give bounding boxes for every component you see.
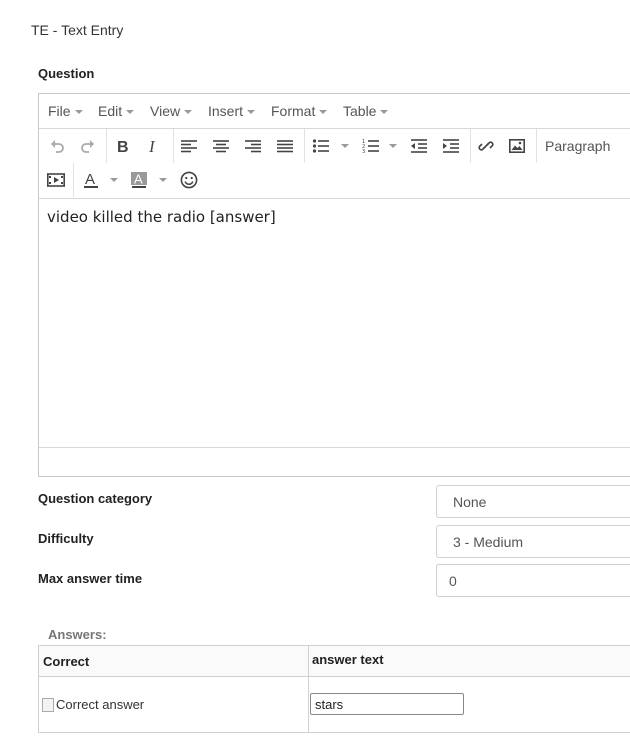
- menu-insert[interactable]: Insert: [208, 103, 256, 119]
- difficulty-select[interactable]: 3 - Medium: [436, 525, 630, 558]
- align-left-icon: [181, 140, 197, 153]
- category-select[interactable]: None: [436, 485, 630, 518]
- menu-table[interactable]: Table: [343, 103, 389, 119]
- column-header-answer-text: answer text: [312, 652, 384, 667]
- align-center-button[interactable]: [209, 134, 233, 158]
- chevron-down-icon: [184, 110, 193, 115]
- chevron-down-icon: [319, 110, 328, 115]
- editor-statusbar: [39, 447, 630, 476]
- menu-table-label: Table: [343, 103, 377, 119]
- media-icon: [47, 173, 65, 187]
- image-button[interactable]: [505, 134, 529, 158]
- editor-content-area[interactable]: video killed the radio [answer]: [39, 199, 630, 448]
- text-color-button[interactable]: A: [79, 168, 103, 192]
- justify-button[interactable]: [273, 134, 297, 158]
- question-label: Question: [38, 66, 95, 81]
- align-center-icon: [213, 140, 229, 153]
- menu-view-label: View: [150, 103, 181, 119]
- editor-toolbar-row-2: A A: [39, 163, 630, 199]
- category-label: Question category: [38, 491, 153, 506]
- chevron-down-icon: [380, 110, 389, 115]
- align-left-button[interactable]: [177, 134, 201, 158]
- background-color-button[interactable]: A: [127, 168, 151, 192]
- column-divider: [308, 646, 309, 732]
- outdent-button[interactable]: [407, 134, 431, 158]
- numbered-list-button[interactable]: 123: [359, 134, 383, 158]
- toolbar-divider: [173, 129, 174, 163]
- page-title: TE - Text Entry: [31, 22, 124, 38]
- svg-text:3: 3: [362, 149, 365, 154]
- link-button[interactable]: [474, 134, 498, 158]
- italic-button[interactable]: I: [142, 134, 166, 158]
- menu-format[interactable]: Format: [271, 103, 328, 119]
- align-right-icon: [245, 140, 261, 153]
- chevron-down-icon: [247, 110, 256, 115]
- emoticon-icon: [180, 171, 198, 189]
- indent-button[interactable]: [439, 134, 463, 158]
- numbered-list-dropdown-icon[interactable]: [389, 144, 397, 148]
- toolbar-divider: [73, 163, 74, 197]
- undo-button[interactable]: [45, 134, 69, 158]
- bullet-list-button[interactable]: [309, 134, 333, 158]
- block-format-dropdown[interactable]: Paragraph: [545, 138, 610, 154]
- undo-icon: [51, 140, 64, 153]
- link-icon: [478, 141, 494, 151]
- toolbar-divider: [536, 129, 537, 163]
- media-button[interactable]: [44, 168, 68, 192]
- max-time-input[interactable]: [436, 564, 630, 597]
- toolbar-divider: [106, 129, 107, 163]
- svg-text:B: B: [117, 139, 129, 154]
- column-header-correct: Correct: [43, 654, 90, 669]
- menu-edit[interactable]: Edit: [98, 103, 135, 119]
- correct-answer-image[interactable]: Correct answer: [42, 697, 144, 712]
- background-color-dropdown-icon[interactable]: [159, 178, 167, 182]
- menu-insert-label: Insert: [208, 103, 244, 119]
- align-right-button[interactable]: [241, 134, 265, 158]
- image-icon: [509, 139, 525, 153]
- max-time-label: Max answer time: [38, 571, 143, 586]
- bullet-list-dropdown-icon[interactable]: [341, 144, 349, 148]
- correct-answer-alt-text: Correct answer: [56, 697, 145, 712]
- chevron-down-icon: [126, 110, 135, 115]
- justify-icon: [277, 140, 293, 153]
- broken-image-icon: [42, 697, 54, 712]
- svg-text:I: I: [148, 138, 156, 154]
- indent-icon: [443, 139, 459, 153]
- toolbar-divider: [304, 129, 305, 163]
- outdent-icon: [411, 139, 427, 153]
- answers-table: Correct answer text Correct answer: [38, 645, 630, 733]
- answers-section-title: Answers:: [48, 627, 107, 642]
- text-color-dropdown-icon[interactable]: [110, 178, 118, 182]
- difficulty-label: Difficulty: [38, 531, 94, 546]
- menu-format-label: Format: [271, 103, 316, 119]
- svg-text:A: A: [134, 172, 143, 187]
- svg-text:A: A: [85, 171, 95, 188]
- menu-file[interactable]: File: [48, 103, 83, 119]
- redo-icon: [81, 140, 94, 153]
- numbered-list-icon: 123: [362, 139, 379, 154]
- editor-menubar: File Edit View Insert Format Table: [39, 94, 630, 129]
- rich-text-editor: File Edit View Insert Format Table B I 1…: [38, 93, 630, 477]
- chevron-down-icon: [74, 110, 83, 115]
- toolbar-divider: [470, 129, 471, 163]
- text-color-icon: A: [84, 171, 98, 188]
- bullet-list-icon: [312, 139, 329, 153]
- answer-text-input[interactable]: [310, 693, 464, 715]
- editor-toolbar-row-1: B I 123 Paragraph: [39, 129, 630, 163]
- menu-file-label: File: [48, 103, 71, 119]
- background-color-icon: A: [131, 172, 147, 188]
- redo-button[interactable]: [76, 134, 100, 158]
- bold-icon: B: [117, 139, 129, 154]
- menu-edit-label: Edit: [98, 103, 123, 119]
- bold-button[interactable]: B: [110, 134, 134, 158]
- italic-icon: I: [148, 138, 156, 154]
- emoticon-button[interactable]: [177, 168, 201, 192]
- menu-view[interactable]: View: [150, 103, 193, 119]
